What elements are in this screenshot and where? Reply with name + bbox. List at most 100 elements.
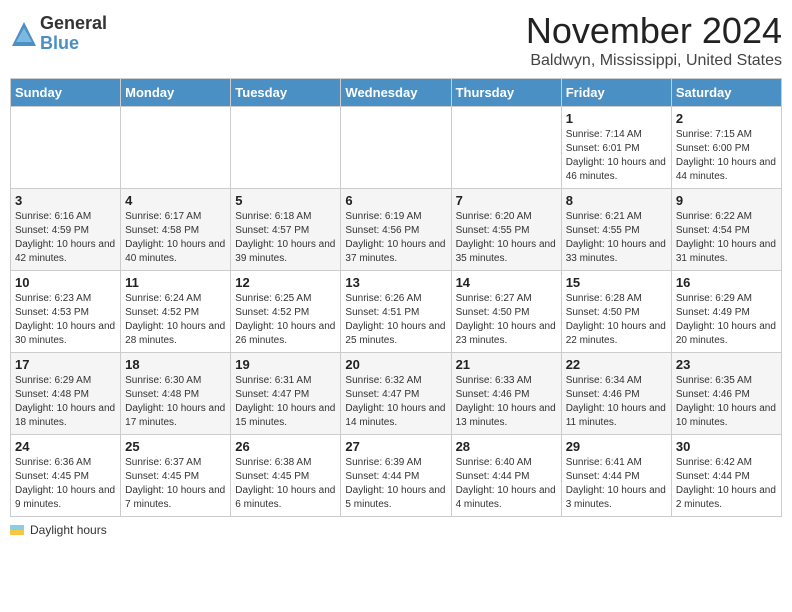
day-info: Sunrise: 6:37 AM Sunset: 4:45 PM Dayligh… xyxy=(125,456,226,512)
calendar-cell: 7 Sunrise: 6:20 AM Sunset: 4:55 PM Daylig… xyxy=(451,189,561,271)
day-number: 3 xyxy=(15,193,116,208)
day-number: 8 xyxy=(566,193,667,208)
day-number: 16 xyxy=(676,275,777,290)
calendar-cell: 1 Sunrise: 7:14 AM Sunset: 6:01 PM Daylig… xyxy=(561,107,671,189)
calendar-week-row: 17Sunrise: 6:29 AM Sunset: 4:48 PM Dayli… xyxy=(11,353,782,435)
day-info: Sunrise: 6:31 AM Sunset: 4:47 PM Dayligh… xyxy=(235,374,336,430)
day-number: 25 xyxy=(125,439,226,454)
calendar-cell: 24 Sunrise: 6:36 AM Sunset: 4:45 PM Dayli… xyxy=(11,435,121,517)
calendar-cell: 15 Sunrise: 6:28 AM Sunset: 4:50 PM Dayli… xyxy=(561,271,671,353)
day-number: 7 xyxy=(456,193,557,208)
day-number: 12 xyxy=(235,275,336,290)
calendar-cell: 4Sunrise: 6:17 AM Sunset: 4:58 PM Daylig… xyxy=(121,189,231,271)
calendar-cell: 11 Sunrise: 6:24 AM Sunset: 4:52 PM Dayli… xyxy=(121,271,231,353)
calendar-cell: 20Sunrise: 6:32 AM Sunset: 4:47 PM Dayli… xyxy=(341,353,451,435)
weekday-header: Monday xyxy=(121,79,231,107)
day-number: 29 xyxy=(566,439,667,454)
day-number: 22 xyxy=(566,357,667,372)
day-info: Sunrise: 6:42 AM Sunset: 4:44 PM Dayligh… xyxy=(676,456,777,512)
day-number: 20 xyxy=(345,357,446,372)
calendar-week-row: 24 Sunrise: 6:36 AM Sunset: 4:45 PM Dayli… xyxy=(11,435,782,517)
weekday-header: Thursday xyxy=(451,79,561,107)
calendar-cell: 10 Sunrise: 6:23 AM Sunset: 4:53 PM Dayli… xyxy=(11,271,121,353)
day-info: Sunrise: 6:24 AM Sunset: 4:52 PM Dayligh… xyxy=(125,292,226,348)
calendar-cell: 25 Sunrise: 6:37 AM Sunset: 4:45 PM Dayli… xyxy=(121,435,231,517)
calendar-cell: 17Sunrise: 6:29 AM Sunset: 4:48 PM Dayli… xyxy=(11,353,121,435)
day-info: Sunrise: 6:25 AM Sunset: 4:52 PM Dayligh… xyxy=(235,292,336,348)
footer-label: Daylight hours xyxy=(30,523,107,537)
page-subtitle: Baldwyn, Mississippi, United States xyxy=(526,52,782,70)
day-number: 21 xyxy=(456,357,557,372)
logo: General Blue xyxy=(10,14,107,54)
day-info: Sunrise: 6:20 AM Sunset: 4:55 PM Dayligh… xyxy=(456,210,557,266)
calendar-table: SundayMondayTuesdayWednesdayThursdayFrid… xyxy=(10,78,782,517)
day-number: 5 xyxy=(235,193,336,208)
calendar-cell xyxy=(451,107,561,189)
day-info: Sunrise: 6:30 AM Sunset: 4:48 PM Dayligh… xyxy=(125,374,226,430)
logo-blue-text: Blue xyxy=(40,34,107,54)
day-info: Sunrise: 6:39 AM Sunset: 4:44 PM Dayligh… xyxy=(345,456,446,512)
calendar-cell: 5 Sunrise: 6:18 AM Sunset: 4:57 PM Daylig… xyxy=(231,189,341,271)
day-number: 18 xyxy=(125,357,226,372)
calendar-cell: 2Sunrise: 7:15 AM Sunset: 6:00 PM Daylig… xyxy=(671,107,781,189)
page-title: November 2024 xyxy=(526,10,782,52)
day-info: Sunrise: 7:14 AM Sunset: 6:01 PM Dayligh… xyxy=(566,128,667,184)
day-number: 24 xyxy=(15,439,116,454)
day-number: 4 xyxy=(125,193,226,208)
daylight-icon xyxy=(10,525,24,535)
day-info: Sunrise: 6:27 AM Sunset: 4:50 PM Dayligh… xyxy=(456,292,557,348)
day-info: Sunrise: 6:26 AM Sunset: 4:51 PM Dayligh… xyxy=(345,292,446,348)
day-number: 17 xyxy=(15,357,116,372)
calendar-cell: 27Sunrise: 6:39 AM Sunset: 4:44 PM Dayli… xyxy=(341,435,451,517)
calendar-cell: 22 Sunrise: 6:34 AM Sunset: 4:46 PM Dayli… xyxy=(561,353,671,435)
day-info: Sunrise: 6:34 AM Sunset: 4:46 PM Dayligh… xyxy=(566,374,667,430)
day-number: 23 xyxy=(676,357,777,372)
day-info: Sunrise: 6:19 AM Sunset: 4:56 PM Dayligh… xyxy=(345,210,446,266)
day-info: Sunrise: 6:33 AM Sunset: 4:46 PM Dayligh… xyxy=(456,374,557,430)
day-info: Sunrise: 6:18 AM Sunset: 4:57 PM Dayligh… xyxy=(235,210,336,266)
weekday-header: Wednesday xyxy=(341,79,451,107)
day-number: 2 xyxy=(676,111,777,126)
day-number: 19 xyxy=(235,357,336,372)
day-info: Sunrise: 6:23 AM Sunset: 4:53 PM Dayligh… xyxy=(15,292,116,348)
calendar-cell: 30 Sunrise: 6:42 AM Sunset: 4:44 PM Dayli… xyxy=(671,435,781,517)
calendar-week-row: 3Sunrise: 6:16 AM Sunset: 4:59 PM Daylig… xyxy=(11,189,782,271)
day-info: Sunrise: 6:21 AM Sunset: 4:55 PM Dayligh… xyxy=(566,210,667,266)
day-number: 6 xyxy=(345,193,446,208)
calendar-cell: 18 Sunrise: 6:30 AM Sunset: 4:48 PM Dayli… xyxy=(121,353,231,435)
page-header: General Blue November 2024 Baldwyn, Miss… xyxy=(10,10,782,70)
calendar-cell: 13 Sunrise: 6:26 AM Sunset: 4:51 PM Dayli… xyxy=(341,271,451,353)
weekday-header: Tuesday xyxy=(231,79,341,107)
day-info: Sunrise: 6:22 AM Sunset: 4:54 PM Dayligh… xyxy=(676,210,777,266)
day-number: 14 xyxy=(456,275,557,290)
day-info: Sunrise: 6:38 AM Sunset: 4:45 PM Dayligh… xyxy=(235,456,336,512)
calendar-cell: 19 Sunrise: 6:31 AM Sunset: 4:47 PM Dayli… xyxy=(231,353,341,435)
calendar-cell xyxy=(121,107,231,189)
calendar-cell: 12 Sunrise: 6:25 AM Sunset: 4:52 PM Dayli… xyxy=(231,271,341,353)
calendar-cell xyxy=(341,107,451,189)
day-number: 1 xyxy=(566,111,667,126)
day-number: 11 xyxy=(125,275,226,290)
day-number: 13 xyxy=(345,275,446,290)
calendar-cell: 23 Sunrise: 6:35 AM Sunset: 4:46 PM Dayli… xyxy=(671,353,781,435)
weekday-header: Friday xyxy=(561,79,671,107)
day-number: 10 xyxy=(15,275,116,290)
calendar-cell: 3Sunrise: 6:16 AM Sunset: 4:59 PM Daylig… xyxy=(11,189,121,271)
calendar-week-row: 1 Sunrise: 7:14 AM Sunset: 6:01 PM Daylig… xyxy=(11,107,782,189)
calendar-cell: 28Sunrise: 6:40 AM Sunset: 4:44 PM Dayli… xyxy=(451,435,561,517)
logo-general-text: General xyxy=(40,14,107,34)
calendar-cell: 8 Sunrise: 6:21 AM Sunset: 4:55 PM Daylig… xyxy=(561,189,671,271)
day-info: Sunrise: 6:28 AM Sunset: 4:50 PM Dayligh… xyxy=(566,292,667,348)
calendar-week-row: 10 Sunrise: 6:23 AM Sunset: 4:53 PM Dayli… xyxy=(11,271,782,353)
day-number: 15 xyxy=(566,275,667,290)
footer: Daylight hours xyxy=(10,523,782,537)
weekday-header: Saturday xyxy=(671,79,781,107)
day-info: Sunrise: 6:36 AM Sunset: 4:45 PM Dayligh… xyxy=(15,456,116,512)
weekday-header: Sunday xyxy=(11,79,121,107)
day-info: Sunrise: 6:40 AM Sunset: 4:44 PM Dayligh… xyxy=(456,456,557,512)
day-number: 26 xyxy=(235,439,336,454)
calendar-header-row: SundayMondayTuesdayWednesdayThursdayFrid… xyxy=(11,79,782,107)
day-number: 30 xyxy=(676,439,777,454)
day-info: Sunrise: 6:35 AM Sunset: 4:46 PM Dayligh… xyxy=(676,374,777,430)
calendar-cell: 29Sunrise: 6:41 AM Sunset: 4:44 PM Dayli… xyxy=(561,435,671,517)
